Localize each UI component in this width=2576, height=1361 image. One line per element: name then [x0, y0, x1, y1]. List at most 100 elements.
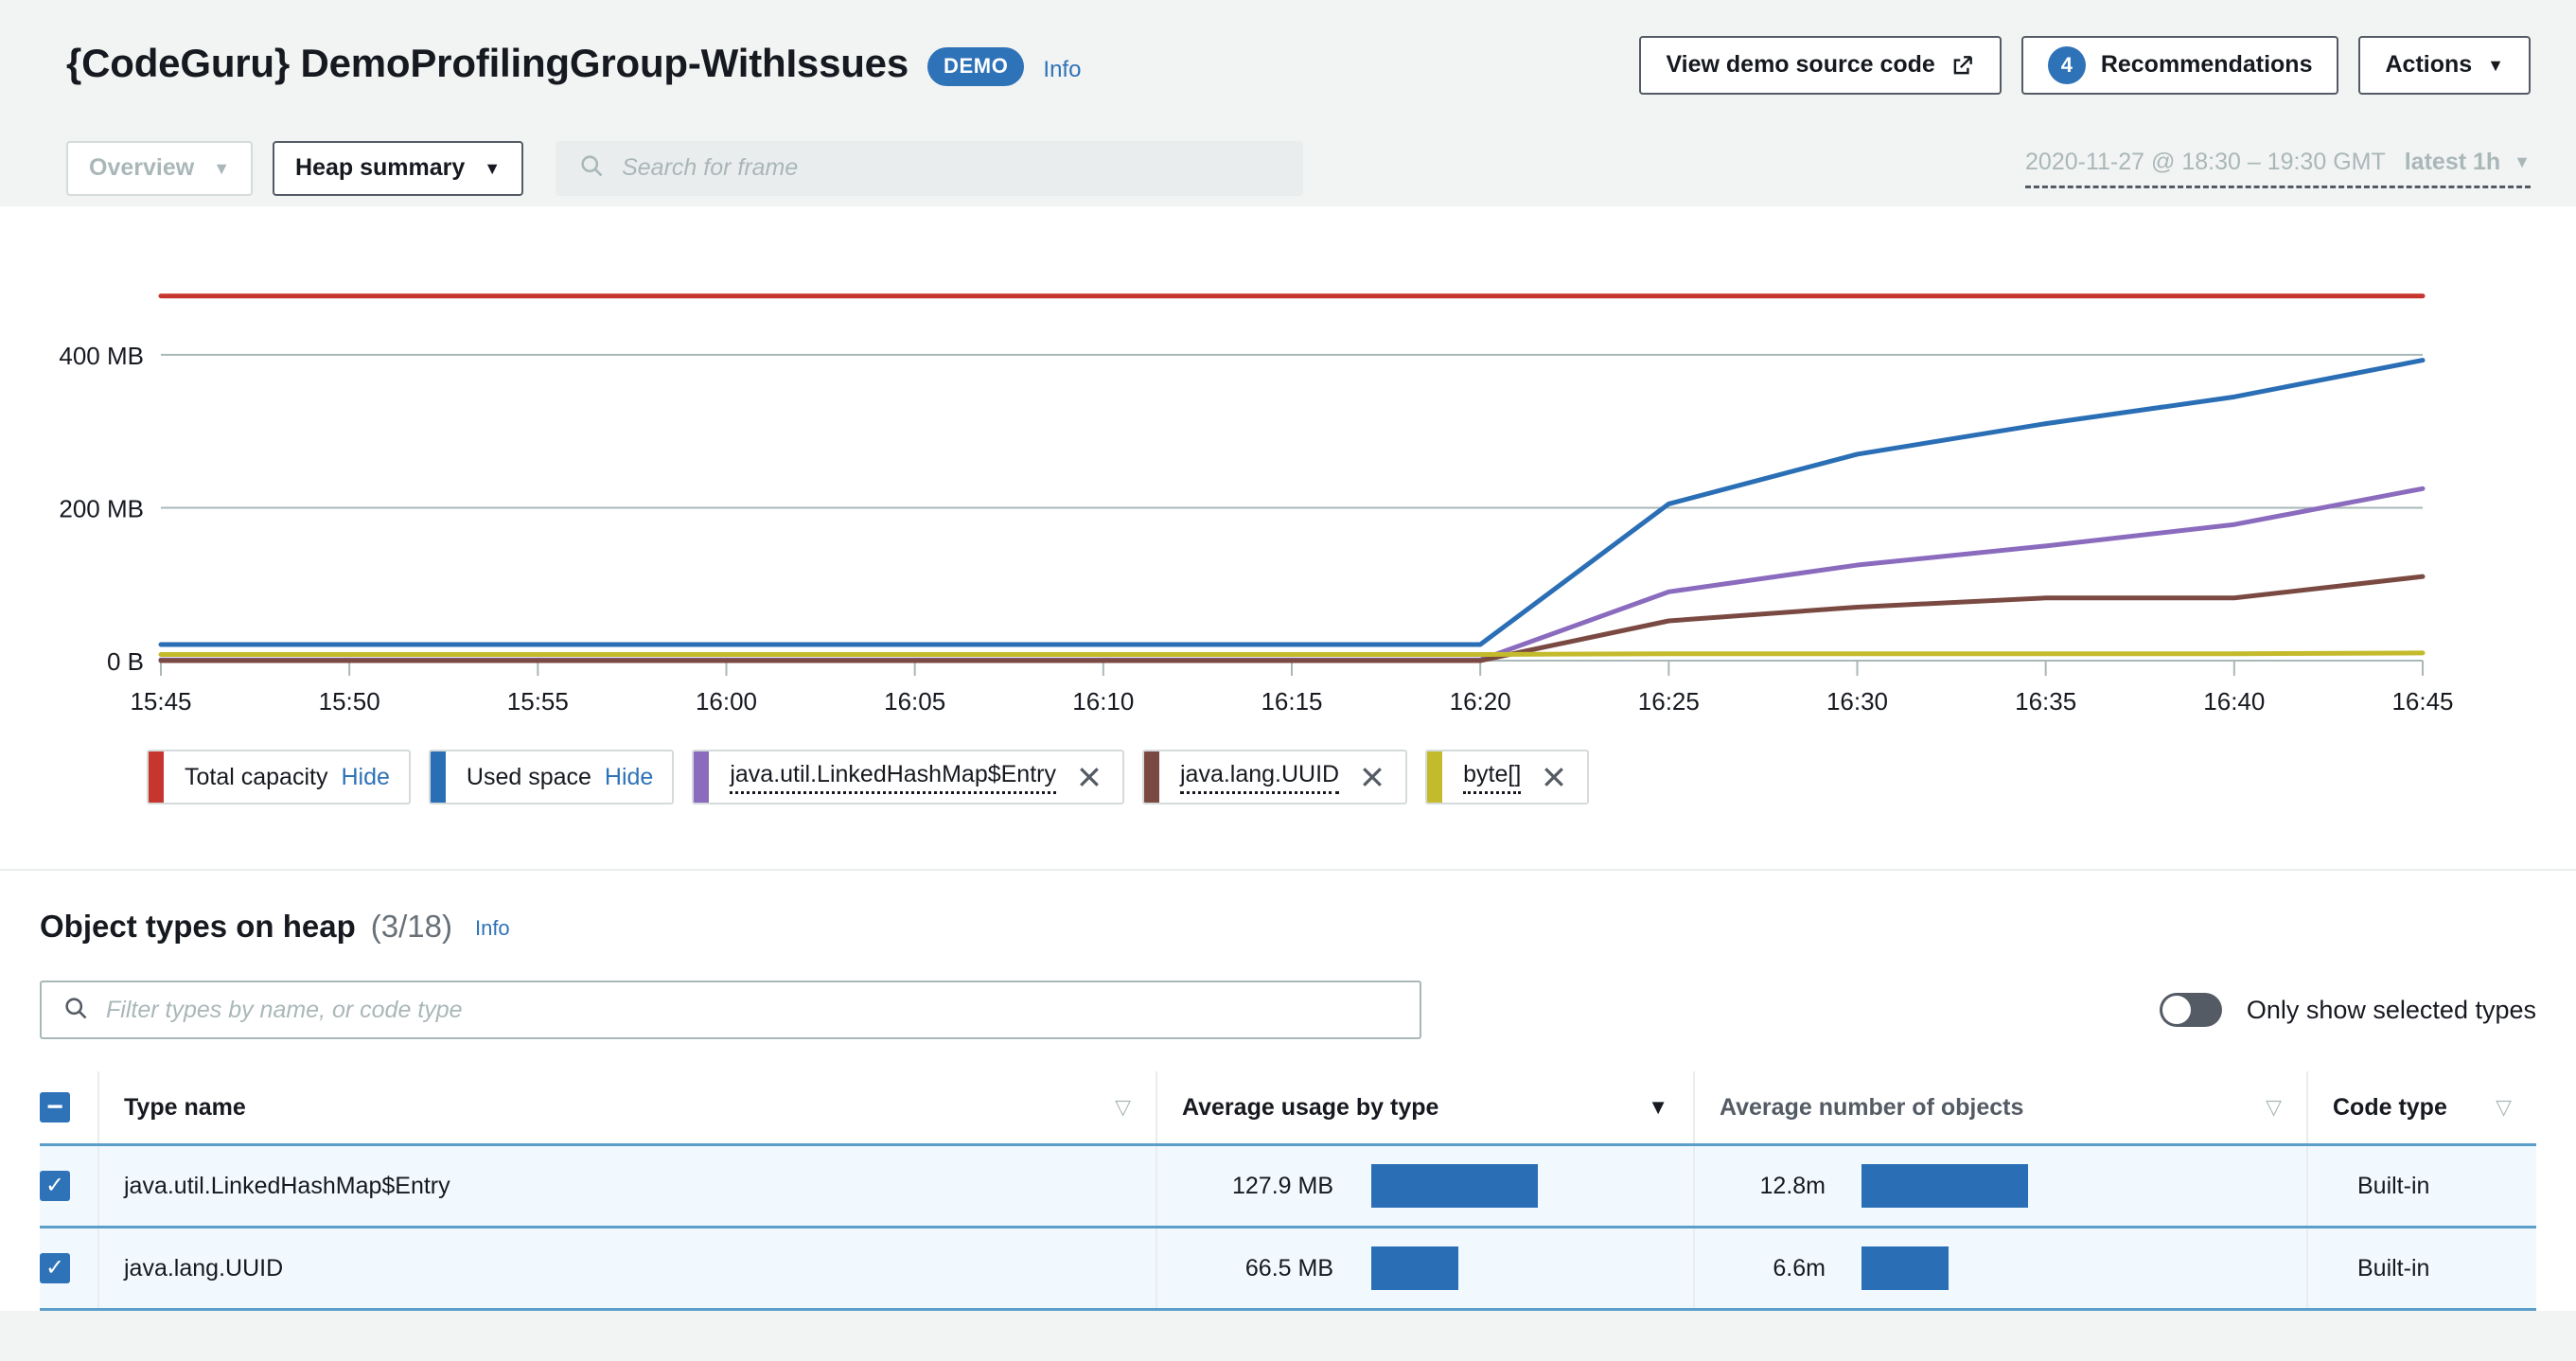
section-count: (3/18)	[370, 909, 452, 944]
heap-summary-label: Heap summary	[295, 154, 466, 181]
cell-type-name: java.util.LinkedHashMap$Entry	[97, 1144, 1156, 1228]
legend-chip[interactable]: Used space Hide	[428, 750, 675, 804]
svg-text:0 B: 0 B	[107, 647, 144, 676]
column-label: Code type	[2333, 1093, 2447, 1121]
close-icon[interactable]	[1358, 763, 1386, 791]
average-usage-bar	[1371, 1246, 1458, 1290]
svg-text:16:10: 16:10	[1072, 687, 1134, 716]
external-link-icon	[1950, 53, 1975, 78]
search-placeholder: Search for frame	[622, 154, 799, 181]
toolbar: Overview ▼ Heap summary ▼ Search for fra…	[0, 130, 2576, 206]
close-icon[interactable]	[1540, 763, 1568, 791]
table-header: − Type name ▽ Average usage by type ▼ Av…	[40, 1071, 2536, 1146]
view-demo-source-code-button[interactable]: View demo source code	[1639, 35, 2002, 95]
view-source-label: View demo source code	[1666, 51, 1935, 78]
average-objects-bar	[1861, 1246, 1949, 1290]
chevron-down-icon: ▼	[484, 158, 502, 178]
row-checkbox[interactable]: ✓	[40, 1171, 70, 1201]
search-icon	[62, 995, 89, 1026]
header-actions: View demo source code 4 Recommendations …	[1639, 35, 2531, 95]
cell-average-usage: 66.5 MB	[1156, 1227, 1694, 1310]
svg-text:16:30: 16:30	[1826, 687, 1888, 716]
legend-chip[interactable]: Total capacity Hide	[147, 750, 411, 804]
recommendations-count-badge: 4	[2047, 45, 2086, 84]
table-row[interactable]: ✓ java.util.LinkedHashMap$Entry 127.9 MB 12…	[40, 1144, 2536, 1228]
column-header-type-name[interactable]: Type name ▽	[97, 1071, 1156, 1146]
column-header-average-usage[interactable]: Average usage by type ▼	[1156, 1071, 1694, 1146]
chevron-down-icon: ▼	[2487, 55, 2504, 75]
sort-indicator-icon: ▼	[1648, 1095, 1668, 1119]
legend-label: Total capacity	[185, 763, 328, 790]
cell-code-type: Built-in	[2306, 1144, 2536, 1228]
table-header-row: − Type name ▽ Average usage by type ▼ Av…	[40, 1071, 2536, 1146]
only-show-selected-toggle[interactable]	[2159, 993, 2222, 1027]
page-title: {CodeGuru} DemoProfilingGroup-WithIssues	[66, 40, 909, 85]
select-all-header: −	[40, 1071, 98, 1146]
heap-usage-line-chart: 0 B 200 MB 400 MB 15:45 15:50 15:55 16:00 16:05…	[59, 293, 2454, 716]
recommendations-button[interactable]: 4 Recommendations	[2020, 35, 2339, 95]
legend-color-swatch	[1427, 751, 1443, 803]
cell-average-usage: 127.9 MB	[1156, 1144, 1694, 1228]
search-frame-input[interactable]: Search for frame	[556, 140, 1304, 196]
svg-text:15:55: 15:55	[507, 687, 569, 716]
date-preset-label: latest 1h	[2404, 148, 2501, 175]
table-body: ✓ java.util.LinkedHashMap$Entry 127.9 MB 12…	[40, 1144, 2536, 1310]
row-select-cell: ✓	[40, 1145, 98, 1228]
title-group: {CodeGuru} DemoProfilingGroup-WithIssues…	[66, 41, 1081, 90]
cell-average-objects: 6.6m	[1693, 1227, 2307, 1310]
legend-label: byte[]	[1463, 761, 1522, 794]
actions-button[interactable]: Actions ▼	[2358, 35, 2531, 95]
legend-label: java.util.LinkedHashMap$Entry	[730, 761, 1056, 794]
legend-chip[interactable]: byte[]	[1425, 750, 1590, 804]
row-checkbox[interactable]: ✓	[40, 1253, 70, 1283]
average-objects-bar	[1861, 1164, 2028, 1208]
actions-label: Actions	[2385, 51, 2473, 78]
legend-chip[interactable]: java.util.LinkedHashMap$Entry	[692, 750, 1124, 804]
svg-text:15:45: 15:45	[130, 687, 191, 716]
legend-chip[interactable]: java.lang.UUID	[1141, 750, 1408, 804]
average-objects-value: 12.8m	[1759, 1172, 1826, 1199]
demo-badge: DEMO	[927, 46, 1025, 86]
column-header-code-type[interactable]: Code type ▽	[2306, 1071, 2536, 1146]
select-all-checkbox[interactable]: −	[40, 1092, 70, 1122]
row-select-cell: ✓	[40, 1228, 98, 1310]
date-range-selector[interactable]: 2020-11-27 @ 18:30 – 19:30 GMT latest 1h…	[2025, 149, 2531, 188]
close-icon[interactable]	[1075, 763, 1103, 791]
date-range-preset[interactable]: latest 1h ▼	[2405, 149, 2531, 176]
legend-label: java.lang.UUID	[1179, 761, 1340, 794]
object-types-table: − Type name ▽ Average usage by type ▼ Av…	[40, 1071, 2536, 1311]
cell-average-objects: 12.8m	[1693, 1144, 2307, 1228]
legend-hide-link[interactable]: Hide	[341, 764, 389, 791]
heap-summary-chart-panel: 0 B 200 MB 400 MB 15:45 15:50 15:55 16:00 16:05…	[0, 206, 2576, 869]
legend-label: Used space	[466, 763, 591, 790]
date-range-text: 2020-11-27 @ 18:30 – 19:30 GMT	[2025, 148, 2386, 175]
column-label: Average usage by type	[1182, 1093, 1439, 1121]
code-type-value: Built-in	[2357, 1172, 2430, 1199]
object-types-section: Object types on heap (3/18) Info Filter …	[0, 869, 2576, 1311]
type-name-value: java.util.LinkedHashMap$Entry	[124, 1172, 450, 1199]
svg-text:16:15: 16:15	[1261, 687, 1322, 716]
svg-text:16:20: 16:20	[1450, 687, 1511, 716]
sort-indicator-icon: ▽	[2496, 1095, 2512, 1119]
legend-color-swatch	[694, 751, 710, 803]
overview-dropdown[interactable]: Overview ▼	[66, 140, 254, 196]
object-types-heading: Object types on heap (3/18) Info	[40, 871, 2536, 945]
sort-indicator-icon: ▽	[2266, 1095, 2282, 1119]
sort-indicator-icon: ▽	[1115, 1095, 1131, 1119]
heap-summary-dropdown[interactable]: Heap summary ▼	[273, 140, 524, 196]
section-info-link[interactable]: Info	[475, 916, 510, 941]
average-usage-value: 127.9 MB	[1231, 1172, 1333, 1199]
header-info-link[interactable]: Info	[1043, 57, 1081, 83]
legend-hide-link[interactable]: Hide	[605, 764, 653, 791]
code-type-value: Built-in	[2357, 1254, 2430, 1281]
legend-color-swatch	[1143, 751, 1159, 803]
recommendations-label: Recommendations	[2100, 51, 2313, 78]
filter-placeholder: Filter types by name, or code type	[106, 996, 463, 1023]
table-row[interactable]: ✓ java.lang.UUID 66.5 MB 6.6m Built-in	[40, 1227, 2536, 1310]
cell-code-type: Built-in	[2306, 1227, 2536, 1310]
filter-types-input[interactable]: Filter types by name, or code type	[40, 981, 1421, 1039]
toggle-label: Only show selected types	[2246, 995, 2536, 1024]
svg-text:16:25: 16:25	[1638, 687, 1700, 716]
column-label: Average number of objects	[1720, 1093, 2024, 1121]
column-header-average-objects[interactable]: Average number of objects ▽	[1693, 1071, 2307, 1146]
